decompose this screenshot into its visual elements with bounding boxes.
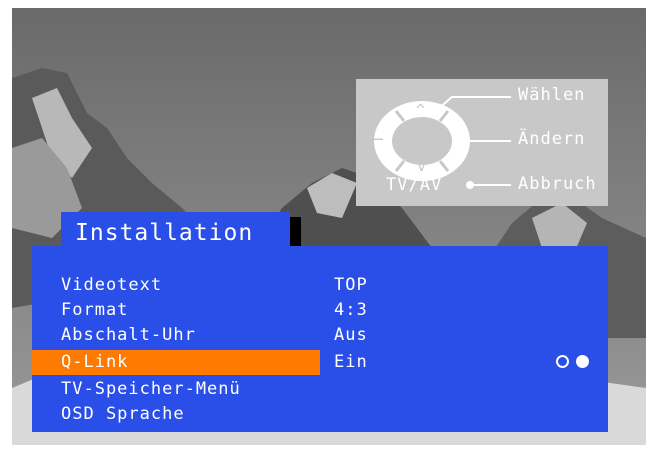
menu-item-value: Ein [334, 352, 368, 372]
menu-item-osd-sprache[interactable]: OSD Sprache [32, 402, 608, 427]
up-arrow-icon: ^ [416, 101, 427, 119]
menu-item-tv-speicher-menu[interactable]: TV-Speicher-Menü [32, 377, 608, 402]
menu-item-label: Q-Link [61, 352, 129, 372]
menu-item-value: 4:3 [334, 300, 368, 320]
q-link-status-indicator [556, 355, 596, 371]
down-arrow-icon: v [417, 157, 428, 175]
menu-item-q-link[interactable]: Q-Link Ein [32, 350, 608, 375]
menu-item-videotext[interactable]: Videotext TOP [32, 273, 608, 298]
remote-legend-panel: ^ v − + Wählen Ändern TV/AV Abbruch [356, 79, 608, 206]
legend-cancel-label: Abbruch [518, 174, 597, 194]
menu-item-value: Aus [334, 325, 368, 345]
installation-menu: Videotext TOP Format 4:3 Abschalt-Uhr Au… [32, 246, 608, 432]
menu-item-value: TOP [334, 275, 368, 295]
filled-circle-icon [576, 355, 589, 368]
menu-item-label: TV-Speicher-Menü [61, 379, 241, 399]
menu-item-label: OSD Sprache [61, 404, 185, 424]
menu-item-label: Format [61, 300, 129, 320]
legend-select-label: Wählen [518, 85, 586, 105]
legend-change-label: Ändern [518, 129, 586, 149]
minus-icon: − [373, 129, 385, 150]
plus-icon: + [459, 127, 473, 151]
legend-tvav-label: TV/AV [386, 175, 443, 195]
menu-item-label: Videotext [61, 275, 163, 295]
menu-item-label: Abschalt-Uhr [61, 325, 196, 345]
menu-item-abschalt-uhr[interactable]: Abschalt-Uhr Aus [32, 323, 608, 348]
menu-item-format[interactable]: Format 4:3 [32, 298, 608, 323]
empty-circle-icon [556, 355, 569, 368]
